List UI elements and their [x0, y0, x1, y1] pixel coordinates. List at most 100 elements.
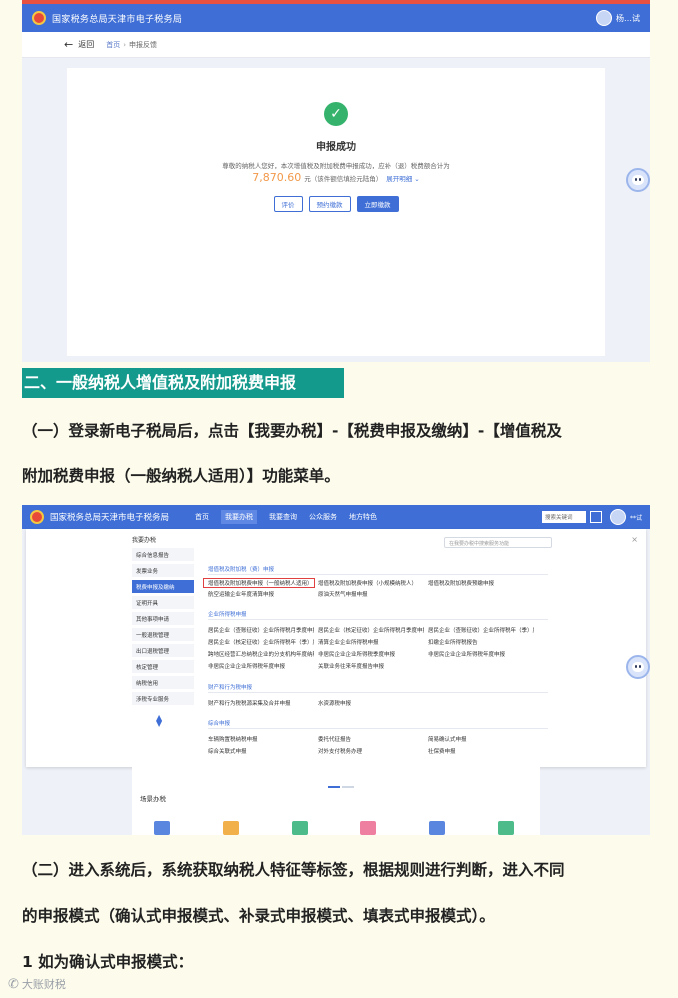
menu-item[interactable]: 增值税及附加税费申报（小规模纳税人） — [314, 579, 424, 587]
dropdown-menu-panel: 我要办税 综合信息报告 发票业务 税费申报及缴纳 证明开具 其他事项申请 一般退… — [26, 529, 646, 767]
arrow-left-icon: ← — [64, 38, 74, 51]
scene-app-icon[interactable] — [291, 821, 308, 835]
menu-item[interactable]: 社保费申报 — [424, 747, 534, 755]
breadcrumb: 首页 › 申报反馈 — [106, 40, 157, 50]
scene-title: 场景办税 — [140, 795, 166, 803]
menu-item[interactable]: 水资源税申报 — [314, 699, 424, 707]
search-button-icon[interactable] — [589, 511, 602, 523]
menu-item[interactable]: 车辆购置税纳税申报 — [204, 735, 314, 743]
sidebar-item[interactable]: 其他事项申请 — [132, 612, 194, 625]
menu-item[interactable]: 非居民企业企业所得税季度申报 — [314, 650, 424, 658]
back-label: 返回 — [78, 40, 95, 49]
menu-item[interactable]: 非居民企业企业所得税年度申报 — [204, 662, 314, 670]
menu-item[interactable]: 跨地区经营汇总纳税企业的分支机构年度纳税... — [204, 650, 314, 658]
menu-item[interactable]: 增值税及附加税费预缴申报 — [424, 579, 534, 587]
carousel-dots[interactable] — [328, 773, 358, 788]
close-icon[interactable]: × — [631, 535, 638, 544]
sidebar-item[interactable]: 涉税专业服务 — [132, 692, 194, 705]
menu-screenshot: 国家税务总局天津市电子税务局 首页 我要办税 我要查询 公众服务 地方特色 搜索… — [22, 505, 650, 835]
sidebar-item[interactable]: 发票业务 — [132, 564, 194, 577]
menu-item[interactable]: 航空运输企业年度清算申报 — [204, 590, 314, 598]
menu-row: 财产和行为税税源采集及合并申报 水资源税申报 — [204, 699, 424, 707]
menu-item-vat-general[interactable]: 增值税及附加税费申报（一般纳税人适用） — [203, 578, 315, 588]
pay-now-button[interactable]: 立即缴款 — [356, 196, 399, 212]
menu-item[interactable]: 扣缴企业所得税报告 — [424, 638, 534, 646]
paragraph-1-line-1: （一）登录新电子税局后，点击【我要办税】-【税费申报及缴纳】-【增值税及 — [22, 422, 562, 440]
menu-item[interactable]: 居民企业（查账征收）企业所得税年（季）度... — [424, 626, 534, 634]
menu-item[interactable]: 对外支付税务办理 — [314, 747, 424, 755]
assistant-robot-icon[interactable] — [626, 168, 650, 192]
success-title: 申报成功 — [316, 142, 356, 153]
action-buttons: 评价 预约缴款 立即缴款 — [67, 196, 605, 212]
sidebar-item[interactable]: 一般退税管理 — [132, 628, 194, 641]
watermark: ✆ 大账财税 — [8, 976, 66, 992]
avatar[interactable] — [609, 509, 626, 525]
watermark-text: 大账财税 — [21, 978, 66, 991]
menu-item[interactable]: 财产和行为税税源采集及合并申报 — [204, 699, 314, 707]
group-title-other: 综合申报 — [208, 721, 231, 727]
menu-item[interactable]: 综合关联式申报 — [204, 747, 314, 755]
scene-app-icon[interactable] — [497, 821, 514, 835]
paragraph-1-line-2: 附加税费申报（一般纳税人适用）】功能菜单。 — [22, 467, 340, 485]
back-button[interactable]: ← 返回 — [64, 38, 94, 51]
scene-app-icon[interactable] — [154, 821, 170, 835]
sidebar-item-declaration[interactable]: 税费申报及缴纳 — [132, 580, 194, 593]
top-bar: 国家税务总局天津市电子税务局 首页 我要办税 我要查询 公众服务 地方特色 搜索… — [22, 505, 650, 529]
divider — [208, 692, 548, 693]
menu-item[interactable]: 居民企业（核定征收）企业所得税月季度申报 — [314, 626, 424, 634]
menu-row: 增值税及附加税费申报（一般纳税人适用） 增值税及附加税费申报（小规模纳税人） 增… — [203, 578, 534, 588]
sidebar-heading: 我要办税 — [132, 537, 157, 544]
nav-local-features[interactable]: 地方特色 — [349, 512, 377, 522]
assistant-robot-icon[interactable] — [626, 655, 650, 679]
scene-app-icon[interactable] — [222, 821, 239, 835]
sidebar-item[interactable]: 核定管理 — [132, 660, 194, 673]
search-input[interactable]: 搜索关键词 — [541, 511, 586, 523]
menu-item[interactable]: 清算企业企业所得税申报 — [314, 638, 424, 646]
scene-app-icon[interactable] — [429, 821, 446, 835]
success-card: ✓ 申报成功 尊敬的纳税人您好，本次增值税及附加税费申报成功，应补（退）税费额合… — [67, 68, 605, 356]
menu-item[interactable]: 简易确认式申报 — [424, 735, 534, 743]
watermark-logo-icon: ✆ — [8, 976, 19, 992]
tax-emblem-icon — [32, 11, 46, 25]
nav-public-service[interactable]: 公众服务 — [309, 512, 337, 522]
menu-item[interactable]: 原油天然气申报申报 — [314, 590, 424, 598]
nav-tax-handling[interactable]: 我要办税 — [221, 510, 258, 524]
scroll-arrows-icon[interactable]: ▲ ▼ — [156, 714, 196, 728]
expand-details-link[interactable]: 展开明细 ⌄ — [386, 175, 420, 183]
menu-item[interactable]: 关联业务往来年度报告申报 — [314, 662, 424, 670]
paragraph-2-line-1: （二）进入系统后，系统获取纳税人特征等标签，根据规则进行判断，进入不同 — [22, 861, 565, 879]
menu-item[interactable]: 非居民企业企业所得税年度申报 — [424, 650, 534, 658]
section-heading: 二、一般纳税人增值税及附加税费申报 — [22, 368, 344, 398]
menu-item[interactable]: 委托代征报告 — [314, 735, 424, 743]
top-bar: 国家税务总局天津市电子税务局 杨…试 — [22, 4, 650, 32]
rate-button[interactable]: 评价 — [273, 196, 303, 212]
amount-line: 7,870.60 元（该件额信填捡元陆角） 展开明细 ⌄ — [67, 171, 605, 184]
sidebar-item[interactable]: 综合信息报告 — [132, 548, 194, 561]
user-name[interactable]: **试 — [630, 513, 642, 522]
nav-row: ← 返回 首页 › 申报反馈 — [22, 32, 650, 58]
group-title-vat: 增值税及附加税（费）申报 — [208, 567, 275, 573]
menu-search-input[interactable]: 在我要办税中搜索服务功能 — [444, 537, 552, 548]
menu-item[interactable]: 居民企业（查账征收）企业所得税月季度申报 — [204, 626, 314, 634]
breadcrumb-home[interactable]: 首页 — [106, 41, 120, 49]
sidebar-item[interactable]: 纳税信用 — [132, 676, 194, 689]
menu-row: 车辆购置税纳税申报 委托代征报告 简易确认式申报 — [204, 735, 534, 743]
menu-row: 航空运输企业年度清算申报 原油天然气申报申报 — [204, 590, 424, 598]
success-message: 尊敬的纳税人您好，本次增值税及附加税费申报成功，应补（退）税费额合计为 — [222, 162, 450, 170]
sidebar-item[interactable]: 证明开具 — [132, 596, 194, 609]
scene-app-icon[interactable] — [360, 821, 377, 835]
check-circle-icon: ✓ — [324, 102, 348, 126]
divider — [208, 728, 548, 729]
menu-row: 居民企业（核定征收）企业所得税年（季）度... 清算企业企业所得税申报 扣缴企业… — [204, 638, 534, 646]
schedule-payment-button[interactable]: 预约缴款 — [308, 196, 351, 212]
nav-query[interactable]: 我要查询 — [269, 512, 297, 522]
menu-item[interactable]: 居民企业（核定征收）企业所得税年（季）度... — [204, 638, 314, 646]
divider — [208, 619, 548, 620]
avatar[interactable] — [596, 10, 612, 26]
nav-home[interactable]: 首页 — [195, 512, 209, 522]
sidebar-item[interactable]: 出口退税管理 — [132, 644, 194, 657]
amount-value: 7,870.60 — [252, 171, 302, 184]
breadcrumb-current: 申报反馈 — [129, 40, 158, 49]
agency-title: 国家税务总局天津市电子税务局 — [52, 14, 183, 25]
user-name[interactable]: 杨…试 — [616, 13, 640, 24]
